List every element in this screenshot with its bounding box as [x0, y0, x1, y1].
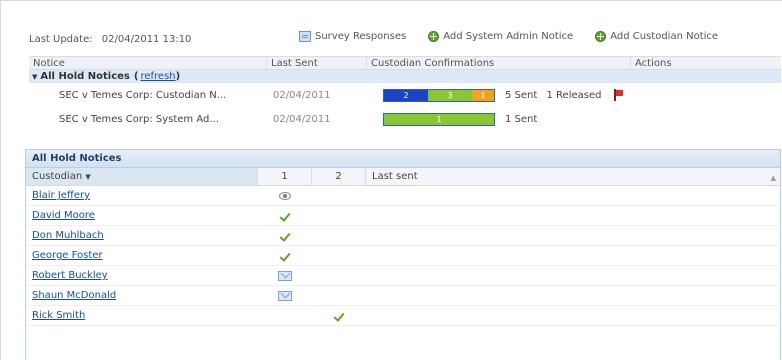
notice-row[interactable]: SEC v Temes Corp: Custodian N... 02/04/2…	[29, 83, 781, 107]
status-col-2	[312, 311, 366, 321]
table-row[interactable]: Don Muhlbach	[26, 226, 780, 246]
header-notice[interactable]: Notice	[29, 57, 267, 69]
notice-grid-header: Notice Last Sent Custodian Confirmations…	[29, 56, 781, 70]
progress-segment-green: 1	[384, 113, 494, 125]
sort-desc-icon: ▼	[85, 173, 91, 181]
notice-name[interactable]: SEC v Temes Corp: System Ad...	[29, 114, 267, 125]
group-label: All Hold Notices	[40, 71, 130, 82]
notice-last-sent: 02/04/2011	[273, 113, 331, 125]
mail-icon[interactable]	[278, 290, 292, 301]
table-row[interactable]: Shaun McDonald	[26, 286, 780, 306]
sent-count: 5 Sent	[505, 90, 538, 101]
add-icon	[595, 31, 607, 42]
custodian-link[interactable]: Robert Buckley	[26, 270, 258, 281]
header-col-2[interactable]: 2	[312, 168, 366, 185]
table-row[interactable]: David Moore	[26, 206, 780, 226]
custodian-link[interactable]: Shaun McDonald	[26, 290, 258, 301]
header-last-sent[interactable]: Last sent	[366, 168, 762, 185]
confirmations-cell: 231 5 Sent 1 Released	[367, 88, 631, 102]
survey-responses-button[interactable]: Survey Responses	[299, 31, 406, 42]
status-col-1	[258, 251, 312, 261]
confirmation-progress-bar: 231	[383, 88, 495, 102]
status-col-1	[258, 270, 312, 281]
released-count: 1 Released	[546, 90, 602, 101]
add-custodian-notice-button[interactable]: Add Custodian Notice	[595, 31, 718, 42]
custodian-link[interactable]: George Foster	[26, 250, 258, 261]
header-custodian-confirmations[interactable]: Custodian Confirmations	[367, 57, 631, 69]
scroll-up-icon[interactable]: ▲	[771, 174, 776, 182]
all-hold-notices-panel: All Hold Notices Custodian ▼ 1 2 Last se…	[25, 149, 781, 360]
header-custodian[interactable]: Custodian ▼	[26, 168, 258, 185]
custodian-rows: Blair Jeffery David Moore Don Muhlbach Geor…	[26, 186, 780, 326]
confirmation-summary: 5 Sent 1 Released	[505, 89, 629, 101]
custodian-link[interactable]: David Moore	[26, 210, 258, 221]
progress-segment-orange: 1	[472, 89, 494, 101]
header-col-1[interactable]: 1	[258, 168, 312, 185]
paren-close: )	[175, 71, 181, 82]
custodian-grid-header: Custodian ▼ 1 2 Last sent	[26, 168, 780, 186]
table-row[interactable]: George Foster	[26, 246, 780, 266]
flag-icon[interactable]	[613, 89, 623, 101]
notice-last-sent: 02/04/2011	[273, 89, 331, 101]
progress-segment-blue: 2	[384, 89, 428, 101]
last-update: Last Update: 02/04/2011 13:10	[29, 34, 191, 45]
panel-title: All Hold Notices	[26, 150, 780, 168]
status-col-1	[258, 290, 312, 301]
checkmark-icon	[279, 211, 291, 221]
status-col-1	[258, 231, 312, 241]
add-system-admin-notice-label: Add System Admin Notice	[443, 31, 574, 42]
table-row[interactable]: Rick Smith	[26, 306, 780, 326]
add-custodian-notice-label: Add Custodian Notice	[610, 31, 719, 42]
checkmark-icon	[333, 311, 345, 321]
header-last-sent[interactable]: Last Sent	[267, 57, 367, 69]
custodian-link[interactable]: Rick Smith	[26, 310, 258, 321]
toolbar-actions: Survey Responses Add System Admin Notice…	[299, 31, 740, 42]
toolbar: Last Update: 02/04/2011 13:10 Survey Res…	[29, 31, 781, 47]
sent-count: 1 Sent	[505, 113, 538, 125]
add-icon	[428, 31, 440, 42]
confirmation-progress-bar: 1	[383, 112, 495, 126]
last-update-label: Last Update:	[29, 33, 93, 45]
table-row[interactable]: Blair Jeffery	[26, 186, 780, 206]
table-row[interactable]: Robert Buckley	[26, 266, 780, 286]
refresh-link[interactable]: refresh	[140, 71, 175, 82]
status-col-1	[258, 211, 312, 221]
custodian-link[interactable]: Don Muhlbach	[26, 230, 258, 241]
add-system-admin-notice-button[interactable]: Add System Admin Notice	[428, 31, 573, 42]
notice-row[interactable]: SEC v Temes Corp: System Ad... 02/04/201…	[29, 107, 781, 131]
notice-grid: Notice Last Sent Custodian Confirmations…	[29, 56, 781, 131]
checkmark-icon	[279, 231, 291, 241]
survey-icon	[299, 31, 311, 42]
header-actions[interactable]: Actions	[631, 57, 781, 69]
confirmation-summary: 1 Sent	[505, 114, 549, 125]
group-row[interactable]: ▼ All Hold Notices (refresh)	[29, 70, 781, 83]
collapse-triangle-icon[interactable]: ▼	[32, 73, 37, 81]
app-frame: Last Update: 02/04/2011 13:10 Survey Res…	[0, 0, 782, 360]
paren-open: (	[133, 71, 139, 82]
survey-responses-label: Survey Responses	[315, 31, 407, 42]
last-update-value: 02/04/2011 13:10	[101, 33, 192, 45]
confirmations-cell: 1 1 Sent	[367, 112, 631, 126]
custodian-link[interactable]: Blair Jeffery	[26, 190, 258, 201]
header-custodian-label: Custodian	[32, 171, 83, 182]
checkmark-icon	[279, 251, 291, 261]
mail-icon[interactable]	[278, 270, 292, 281]
eye-icon	[279, 191, 291, 200]
notice-name[interactable]: SEC v Temes Corp: Custodian N...	[29, 90, 267, 101]
status-col-1	[258, 191, 312, 200]
progress-segment-green: 3	[428, 89, 472, 101]
